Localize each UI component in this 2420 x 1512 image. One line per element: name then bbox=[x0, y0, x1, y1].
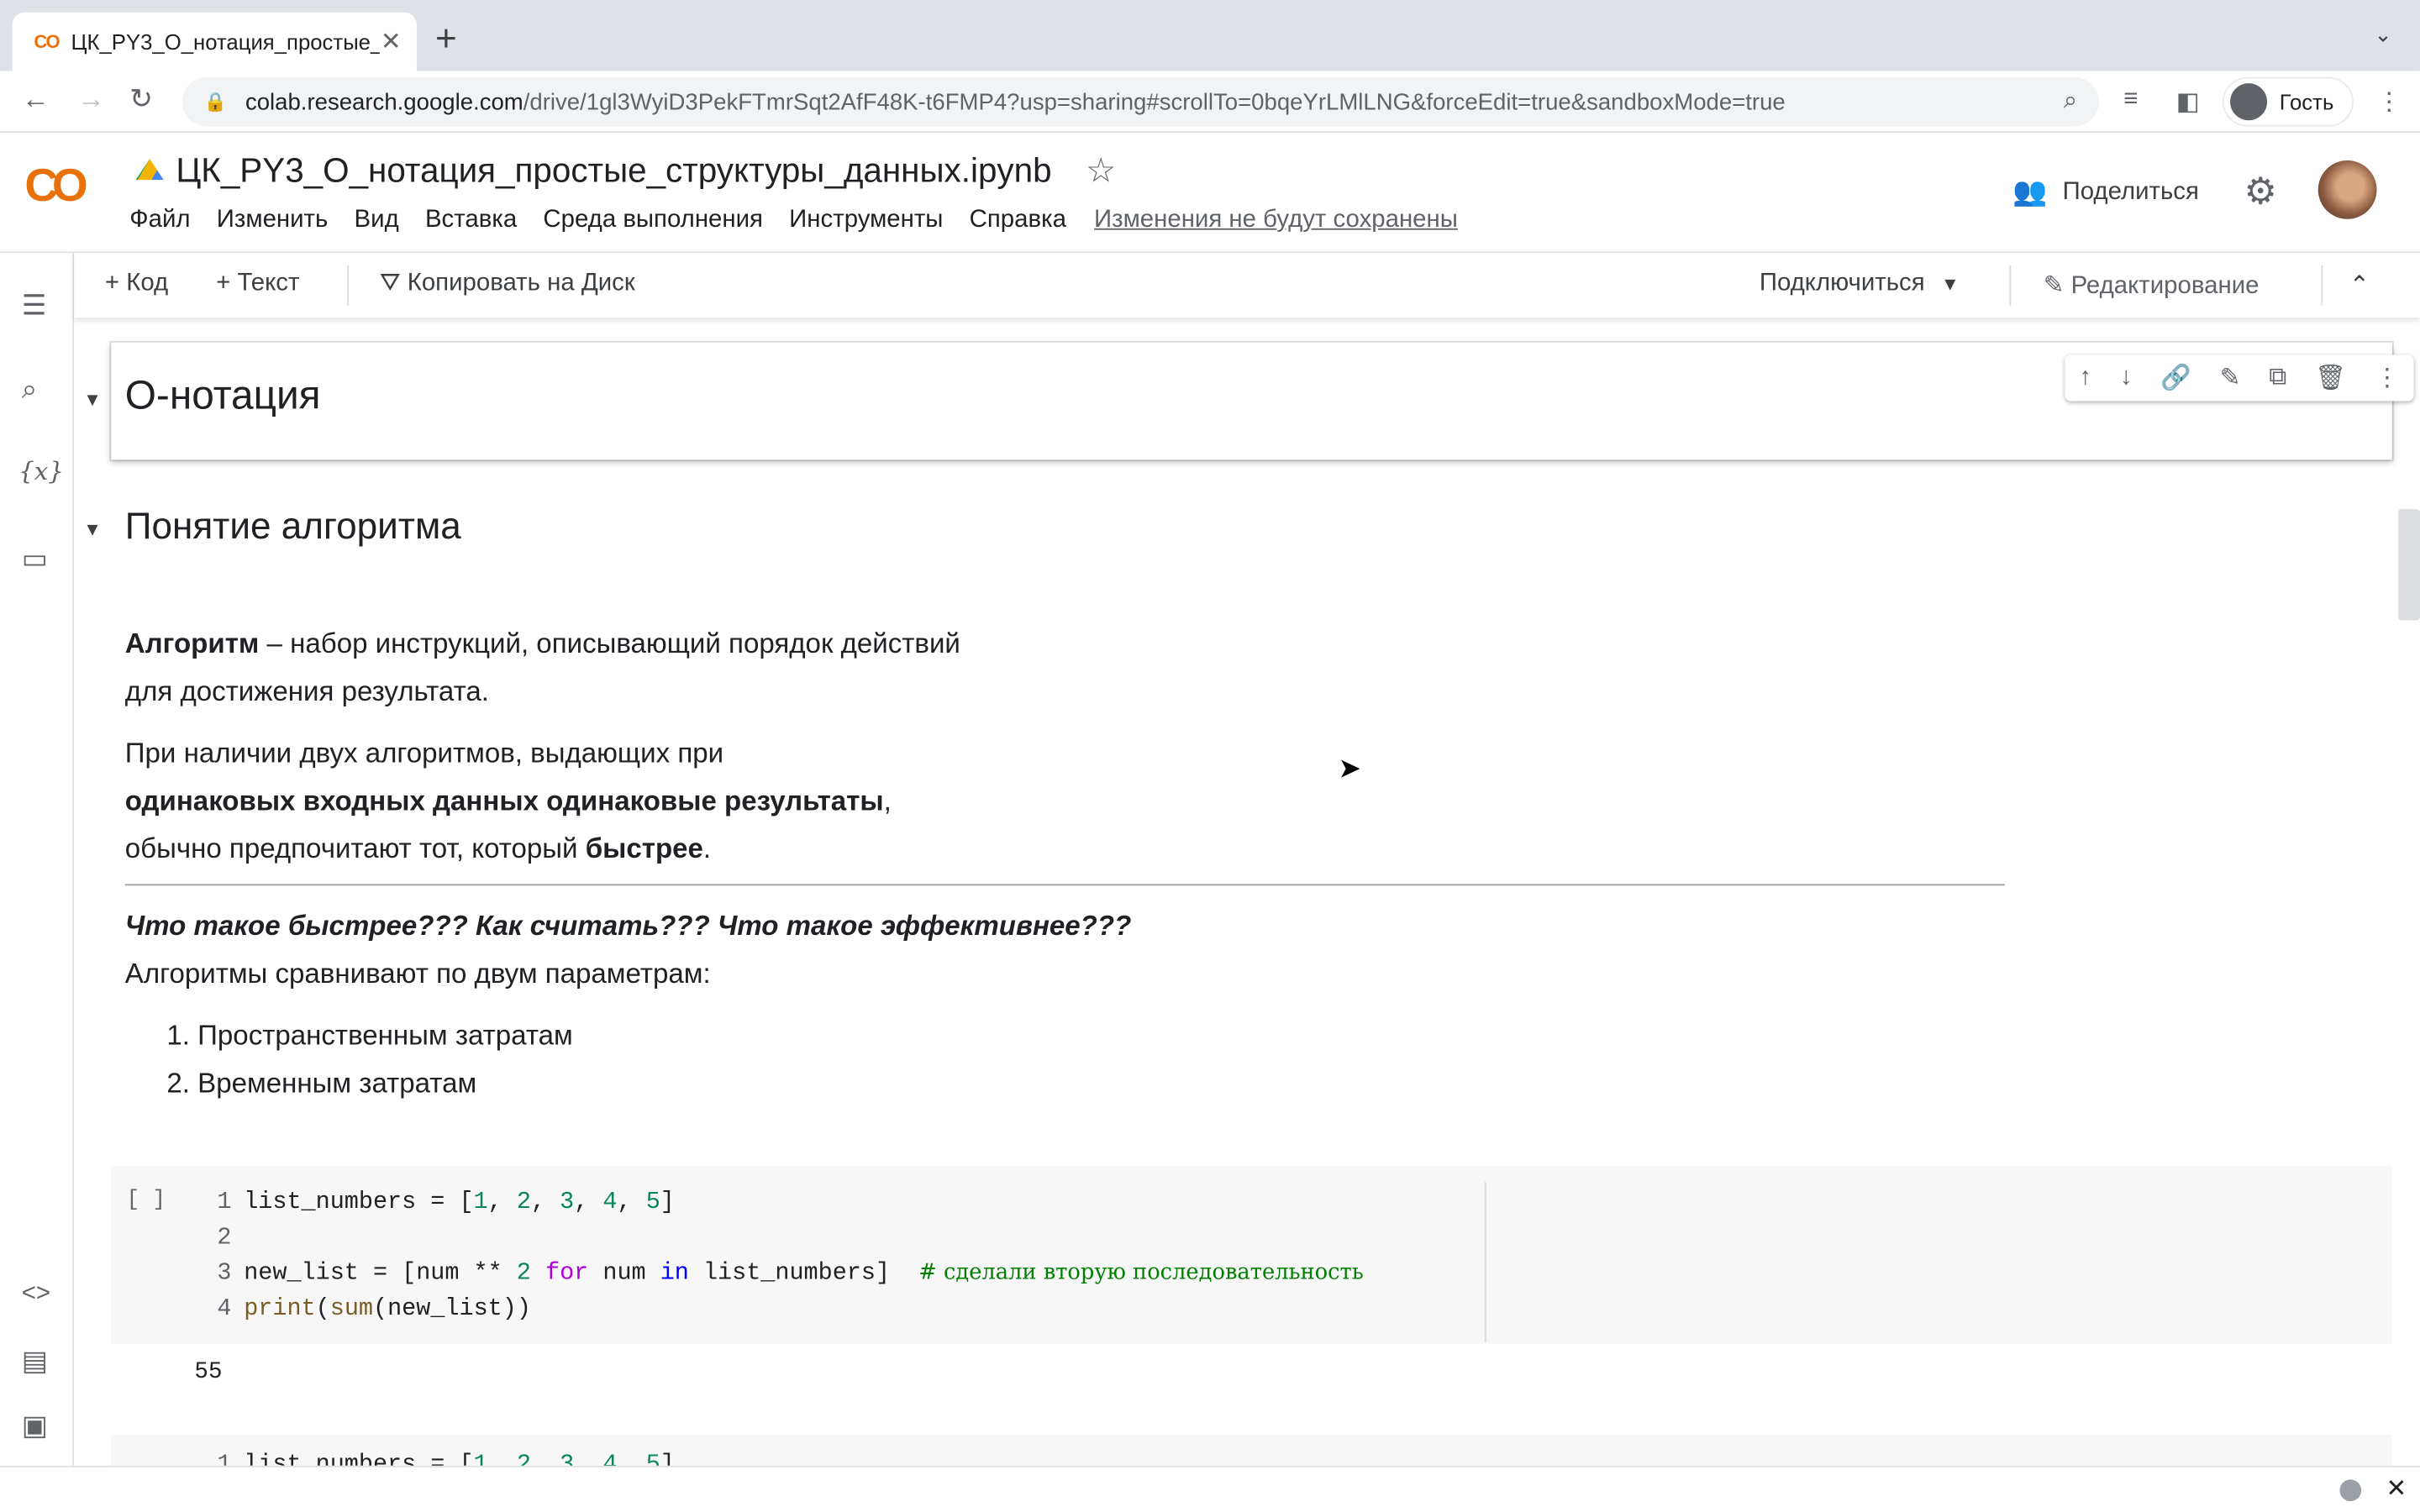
divider bbox=[2321, 265, 2323, 306]
avatar[interactable] bbox=[2317, 160, 2377, 219]
ordered-list: 1. Пространственным затратам 2. Временны… bbox=[166, 1012, 572, 1108]
table-of-contents-icon[interactable]: ☰ bbox=[22, 290, 47, 323]
chevron-down-icon: ▼ bbox=[1940, 273, 1960, 295]
divider bbox=[2009, 265, 2012, 306]
side-panel-icon[interactable]: ◧ bbox=[2176, 87, 2200, 118]
browser-tab-strip: CO ЦК_PY3_О_нотация_простые_структуры_да… bbox=[0, 0, 2420, 71]
menu-insert[interactable]: Вставка bbox=[425, 207, 517, 234]
divider bbox=[347, 265, 350, 306]
move-down-icon[interactable]: ↓ bbox=[2120, 364, 2133, 391]
code-cell[interactable]: [ ] 1 list_numbers = [1, 2, 3, 4, 5] 2 3n… bbox=[111, 1166, 2392, 1344]
menu-edit[interactable]: Изменить bbox=[217, 207, 329, 234]
profile-avatar-icon bbox=[2230, 83, 2268, 121]
notebook-main: ↑ ↓ 🔗 ✎ ⧉ 🗑 ⋮ ▼ О-нотация ▼ Понятие алго… bbox=[74, 318, 2420, 1466]
drive-icon bbox=[135, 159, 164, 181]
back-icon[interactable]: ← bbox=[22, 83, 50, 116]
code-editor[interactable]: 1 list_numbers = [1, 2, 3, 4, 5] bbox=[203, 1447, 674, 1465]
mirror-cell-icon[interactable]: ⧉ bbox=[2269, 364, 2286, 391]
horizontal-rule bbox=[124, 884, 2005, 886]
people-icon: 👥 bbox=[2012, 176, 2048, 207]
menu-file[interactable]: Файл bbox=[129, 207, 190, 234]
browser-menu-icon[interactable]: ⋮ bbox=[2377, 87, 2402, 118]
subsection-heading: Понятие алгоритма bbox=[124, 506, 461, 549]
more-options-icon[interactable]: ⋮ bbox=[2375, 363, 2399, 394]
copy-to-drive-button[interactable]: ⛛ Копировать на Диск bbox=[380, 270, 635, 297]
menu-help[interactable]: Справка bbox=[970, 207, 1066, 234]
text-cell-selected[interactable]: ↑ ↓ 🔗 ✎ ⧉ 🗑 ⋮ bbox=[111, 342, 2414, 460]
link-icon[interactable]: 🔗 bbox=[2160, 363, 2191, 394]
close-icon[interactable]: ✕ bbox=[2386, 1473, 2407, 1504]
add-code-button[interactable]: + Код bbox=[105, 270, 168, 297]
delete-icon[interactable]: 🗑 bbox=[2315, 363, 2346, 394]
run-cell-button[interactable]: [ ] bbox=[127, 1188, 166, 1212]
cell-output: 55 bbox=[194, 1359, 223, 1386]
share-button[interactable]: 👥 Поделиться bbox=[2012, 176, 2199, 208]
close-tab-icon[interactable]: ✕ bbox=[381, 26, 402, 57]
code-snippets-icon[interactable]: <> bbox=[22, 1280, 50, 1308]
menu-bar: Файл Изменить Вид Вставка Среда выполнен… bbox=[129, 207, 1458, 234]
notebook-actionbar: + Код + Текст ⛛ Копировать на Диск Подкл… bbox=[74, 253, 2420, 318]
menu-runtime[interactable]: Среда выполнения bbox=[543, 207, 763, 234]
media-controls-icon[interactable]: ≡ bbox=[2123, 87, 2138, 114]
section-heading: О-нотация bbox=[124, 371, 321, 418]
pencil-icon: ✎ bbox=[2043, 273, 2065, 300]
menu-view[interactable]: Вид bbox=[355, 207, 399, 234]
left-sidebar: ☰ ⌕ {x} ▭ <> ▤ ▣ bbox=[0, 253, 75, 1466]
star-icon[interactable]: ☆ bbox=[1086, 151, 1116, 192]
connect-button[interactable]: Подключиться ▼ bbox=[1760, 270, 1960, 297]
divider bbox=[1484, 1181, 1486, 1342]
cell-toolbar: ↑ ↓ 🔗 ✎ ⧉ 🗑 ⋮ bbox=[2065, 354, 2414, 402]
colab-logo[interactable]: CO bbox=[24, 160, 87, 213]
list-item: 2. Временным затратам bbox=[166, 1067, 477, 1099]
folder-icon[interactable]: ▭ bbox=[22, 543, 48, 576]
gear-icon[interactable]: ⚙ bbox=[2244, 170, 2278, 214]
status-bar: ✕ bbox=[0, 1465, 2420, 1512]
browser-toolbar: ← → ↻ 🔒 colab.research.google.com/drive/… bbox=[0, 71, 2420, 133]
url-path: /drive/1gl3WyiD3PekFTmrSqt2AfF48K-t6FMP4… bbox=[523, 88, 1786, 115]
paragraph: Что такое быстрее??? Как считать??? Что … bbox=[124, 910, 1132, 990]
move-up-icon[interactable]: ↑ bbox=[2079, 364, 2091, 391]
terminal-icon[interactable]: ▣ bbox=[22, 1410, 48, 1443]
mouse-cursor-icon: ➤ bbox=[1338, 753, 1362, 785]
notebook-name[interactable]: ЦК_PY3_О_нотация_простые_структуры_данны… bbox=[176, 151, 1051, 192]
collapse-section-icon[interactable]: ▼ bbox=[83, 518, 102, 540]
code-cell[interactable]: 1 list_numbers = [1, 2, 3, 4, 5] bbox=[111, 1435, 2392, 1466]
profile-button[interactable]: Гость bbox=[2222, 76, 2354, 127]
lock-icon: 🔒 bbox=[203, 91, 227, 113]
reload-icon[interactable]: ↻ bbox=[129, 83, 153, 116]
share-label: Поделиться bbox=[2062, 178, 2199, 205]
notebook-title: ЦК_PY3_О_нотация_простые_структуры_данны… bbox=[135, 151, 1116, 192]
command-palette-icon[interactable]: ▤ bbox=[22, 1346, 48, 1378]
drive-copy-icon: ⛛ bbox=[379, 270, 401, 297]
add-text-button[interactable]: + Текст bbox=[216, 270, 299, 297]
new-tab-icon[interactable]: + bbox=[435, 18, 457, 61]
scrollbar-thumb[interactable] bbox=[2398, 509, 2420, 621]
paragraph: При наличии двух алгоритмов, выдающих пр… bbox=[124, 737, 892, 864]
list-item: 1. Пространственным затратам bbox=[166, 1020, 573, 1051]
zoom-icon[interactable]: ⌕ bbox=[2064, 88, 2077, 116]
menu-tools[interactable]: Инструменты bbox=[789, 207, 943, 234]
search-icon[interactable]: ⌕ bbox=[22, 373, 38, 406]
editing-mode-button[interactable]: ✎ Редактирование bbox=[2044, 270, 2260, 301]
browser-tab[interactable]: CO ЦК_PY3_О_нотация_простые_структуры_да… bbox=[12, 12, 417, 71]
status-indicator-icon bbox=[2339, 1479, 2362, 1502]
code-editor[interactable]: 1 list_numbers = [1, 2, 3, 4, 5] 2 3 new_l… bbox=[203, 1185, 1363, 1327]
collapse-section-icon[interactable]: ▼ bbox=[83, 389, 102, 411]
profile-label: Гость bbox=[2279, 89, 2334, 114]
colab-favicon-icon: CO bbox=[34, 30, 60, 53]
forward-icon[interactable]: → bbox=[77, 83, 105, 116]
address-bar[interactable]: 🔒 colab.research.google.com/drive/1gl3Wy… bbox=[182, 76, 2099, 127]
edit-icon[interactable]: ✎ bbox=[2220, 363, 2241, 394]
unsaved-changes-link[interactable]: Изменения не будут сохранены bbox=[1094, 207, 1458, 234]
colab-header: CO ЦК_PY3_О_нотация_простые_структуры_да… bbox=[0, 132, 2420, 254]
collapse-header-icon[interactable]: ⌃ bbox=[2349, 270, 2370, 301]
paragraph: Алгоритм – набор инструкций, описывающий… bbox=[124, 627, 960, 707]
tab-search-chevron-icon[interactable]: ⌄ bbox=[2374, 22, 2392, 48]
tab-title: ЦК_PY3_О_нотация_простые_структуры_данны… bbox=[71, 29, 379, 55]
url-host: colab.research.google.com bbox=[245, 88, 523, 115]
variables-icon[interactable]: {x} bbox=[18, 457, 64, 486]
